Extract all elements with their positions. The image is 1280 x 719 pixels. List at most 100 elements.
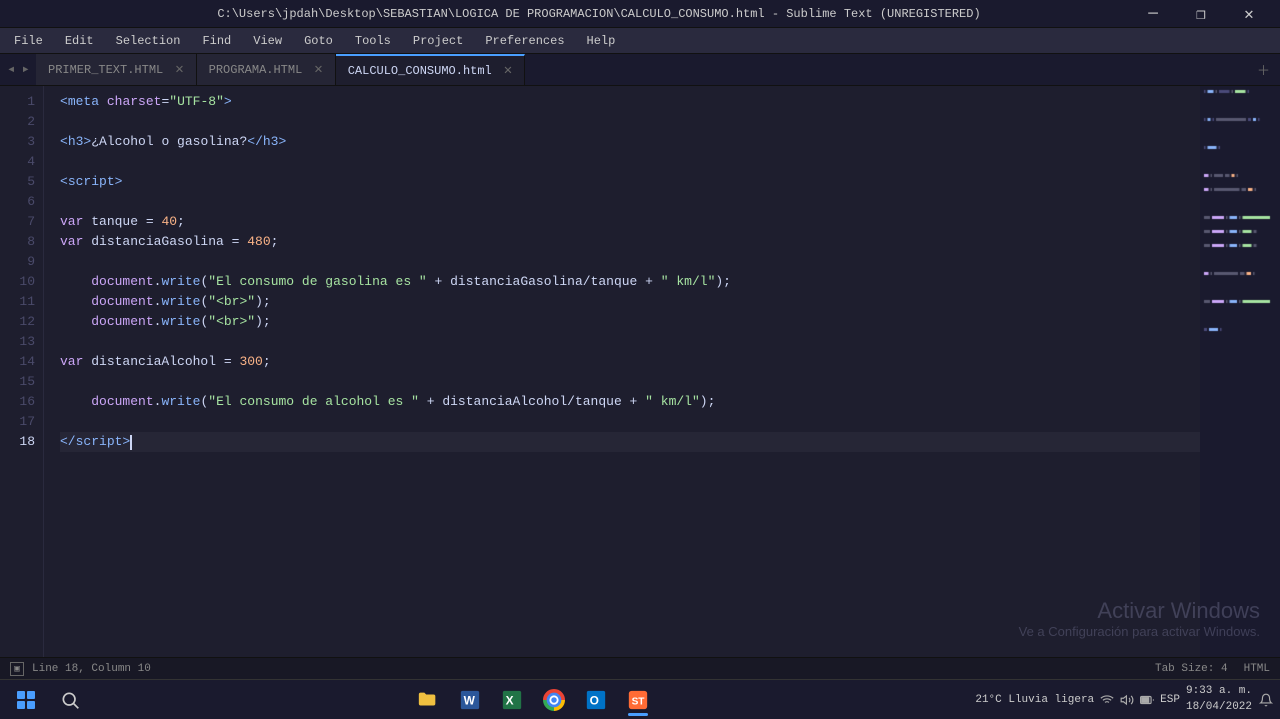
- close-tab-programa[interactable]: ✕: [314, 61, 322, 78]
- line-number-11: 11: [4, 292, 35, 312]
- line-number-5: 5: [4, 172, 35, 192]
- code-line-2: [60, 112, 1200, 132]
- code-line-5: <script>: [60, 172, 1200, 192]
- close-tab-calculo[interactable]: ✕: [504, 62, 512, 79]
- maximize-button[interactable]: ❐: [1178, 0, 1224, 28]
- taskbar-search[interactable]: [50, 682, 90, 718]
- code-line-16: document.write("El consumo de alcohol es…: [60, 392, 1200, 412]
- taskbar-explorer[interactable]: [408, 682, 448, 718]
- add-tab-button[interactable]: ＋: [1247, 54, 1280, 85]
- editor-area: 123456789101112131415161718 <meta charse…: [0, 86, 1280, 657]
- status-icon: ▣: [10, 662, 24, 676]
- menu-selection[interactable]: Selection: [106, 32, 191, 50]
- window-controls: ─ ❐ ✕: [1130, 0, 1272, 28]
- tab-bar: ◂ ▸ PRIMER_TEXT.HTML ✕ PROGRAMA.HTML ✕ C…: [0, 54, 1280, 86]
- svg-text:W: W: [463, 693, 475, 707]
- code-line-3: <h3>¿Alcohol o gasolina?</h3>: [60, 132, 1200, 152]
- code-line-14: var distanciaAlcohol = 300;: [60, 352, 1200, 372]
- tab-size: Tab Size: 4: [1155, 663, 1228, 675]
- taskbar-word[interactable]: W: [450, 682, 490, 718]
- line-number-16: 16: [4, 392, 35, 412]
- taskbar: W X O: [0, 679, 1280, 719]
- tab-primer-text[interactable]: PRIMER_TEXT.HTML ✕: [36, 54, 197, 85]
- status-right: Tab Size: 4 HTML: [1155, 663, 1270, 675]
- taskbar-sublime[interactable]: ST: [618, 682, 658, 718]
- weather-info: 21°C Lluvia ligera: [975, 694, 1094, 706]
- code-line-17: [60, 412, 1200, 432]
- menu-edit[interactable]: Edit: [55, 32, 104, 50]
- code-line-18: </script>: [60, 432, 1200, 452]
- line-number-8: 8: [4, 232, 35, 252]
- line-number-1: 1: [4, 92, 35, 112]
- text-cursor: [130, 435, 132, 450]
- menu-goto[interactable]: Goto: [294, 32, 343, 50]
- menu-preferences[interactable]: Preferences: [475, 32, 574, 50]
- notification-button[interactable]: [1258, 692, 1274, 708]
- tab-calculo-consumo[interactable]: CALCULO_CONSUMO.html ✕: [336, 54, 525, 85]
- code-line-15: [60, 372, 1200, 392]
- svg-text:ST: ST: [631, 696, 645, 707]
- line-number-13: 13: [4, 332, 35, 352]
- menu-bar: File Edit Selection Find View Goto Tools…: [0, 28, 1280, 54]
- minimap[interactable]: [1200, 86, 1280, 657]
- minimize-button[interactable]: ─: [1130, 0, 1176, 28]
- system-clock[interactable]: 9:33 a. m. 18/04/2022: [1186, 684, 1252, 715]
- line-number-15: 15: [4, 372, 35, 392]
- menu-project[interactable]: Project: [403, 32, 473, 50]
- code-line-13: [60, 332, 1200, 352]
- start-button[interactable]: [6, 682, 46, 718]
- line-number-9: 9: [4, 252, 35, 272]
- line-number-10: 10: [4, 272, 35, 292]
- code-line-12: document.write("<br>");: [60, 312, 1200, 332]
- clock-time: 9:33 a. m.: [1186, 684, 1252, 699]
- menu-help[interactable]: Help: [577, 32, 626, 50]
- line-number-17: 17: [4, 412, 35, 432]
- status-bar: ▣ Line 18, Column 10 Tab Size: 4 HTML: [0, 657, 1280, 679]
- line-number-18: 18: [4, 432, 35, 452]
- battery-icon: [1140, 693, 1154, 707]
- system-tray: 21°C Lluvia ligera ESP: [975, 693, 1180, 707]
- taskbar-outlook[interactable]: O: [576, 682, 616, 718]
- line-numbers: 123456789101112131415161718: [0, 86, 44, 657]
- taskbar-left: [6, 682, 90, 718]
- line-number-12: 12: [4, 312, 35, 332]
- svg-text:O: O: [589, 693, 598, 707]
- line-number-6: 6: [4, 192, 35, 212]
- language-indicator[interactable]: HTML: [1244, 663, 1270, 675]
- nav-back[interactable]: ◂: [4, 61, 18, 78]
- close-tab-primer[interactable]: ✕: [175, 61, 183, 78]
- line-number-14: 14: [4, 352, 35, 372]
- code-line-1: <meta charset="UTF-8">: [60, 92, 1200, 112]
- menu-find[interactable]: Find: [192, 32, 241, 50]
- title-bar: C:\Users\jpdah\Desktop\SEBASTIAN\LOGICA …: [0, 0, 1280, 28]
- line-number-7: 7: [4, 212, 35, 232]
- line-number-2: 2: [4, 112, 35, 132]
- code-editor[interactable]: <meta charset="UTF-8"> <h3>¿Alcohol o ga…: [44, 86, 1200, 657]
- code-line-6: [60, 192, 1200, 212]
- clock-date: 18/04/2022: [1186, 700, 1252, 715]
- window-title: C:\Users\jpdah\Desktop\SEBASTIAN\LOGICA …: [68, 7, 1130, 21]
- close-button[interactable]: ✕: [1226, 0, 1272, 28]
- svg-text:X: X: [505, 693, 513, 707]
- code-line-11: document.write("<br>");: [60, 292, 1200, 312]
- taskbar-right: 21°C Lluvia ligera ESP 9:33 a. m. 18/04/…: [975, 684, 1274, 715]
- sound-icon: [1120, 693, 1134, 707]
- tab-programa[interactable]: PROGRAMA.HTML ✕: [197, 54, 336, 85]
- code-line-10: document.write("El consumo de gasolina e…: [60, 272, 1200, 292]
- code-line-4: [60, 152, 1200, 172]
- menu-tools[interactable]: Tools: [345, 32, 401, 50]
- nav-forward[interactable]: ▸: [18, 61, 32, 78]
- taskbar-center: W X O: [408, 682, 658, 718]
- line-number-3: 3: [4, 132, 35, 152]
- code-line-9: [60, 252, 1200, 272]
- wifi-icon: [1100, 693, 1114, 707]
- menu-file[interactable]: File: [4, 32, 53, 50]
- line-number-4: 4: [4, 152, 35, 172]
- taskbar-chrome[interactable]: [534, 682, 574, 718]
- code-line-8: var distanciaGasolina = 480;: [60, 232, 1200, 252]
- taskbar-excel[interactable]: X: [492, 682, 532, 718]
- language-indicator: ESP: [1160, 694, 1180, 706]
- cursor-position: Line 18, Column 10: [32, 663, 151, 675]
- menu-view[interactable]: View: [243, 32, 292, 50]
- code-line-7: var tanque = 40;: [60, 212, 1200, 232]
